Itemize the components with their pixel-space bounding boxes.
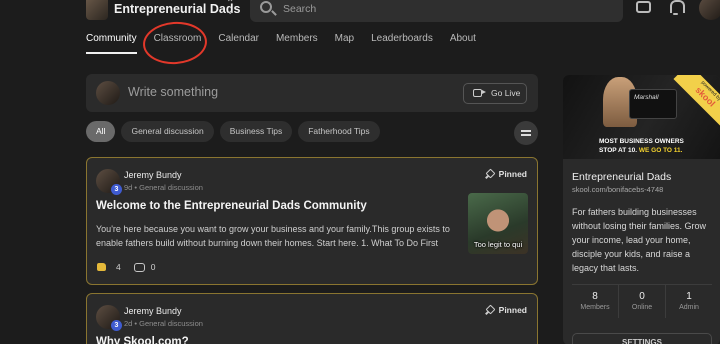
tab-about[interactable]: About (450, 33, 476, 55)
group-name[interactable]: Entrepreneurial Dads (114, 2, 240, 16)
filter-general-discussion[interactable]: General discussion (121, 121, 214, 142)
stat-online[interactable]: 0 Online (619, 285, 666, 318)
level-badge: 3 (111, 184, 122, 195)
tab-map[interactable]: Map (335, 33, 354, 55)
post-body: You're here because you want to grow you… (96, 224, 450, 248)
powered-by-ribbon[interactable]: powered by skool (673, 75, 720, 129)
amp-brand: Marshall (634, 94, 659, 101)
banner-amp-image: Marshall (629, 89, 677, 119)
group-banner: Marshall MOST BUSINESS OWNERS STOP AT 10… (563, 75, 720, 159)
post-title[interactable]: Welcome to the Entrepreneurial Dads Comm… (96, 200, 367, 212)
tab-leaderboards[interactable]: Leaderboards (371, 33, 433, 55)
avatar (96, 81, 120, 105)
thumbs-up-icon[interactable] (97, 263, 106, 271)
banner-subheadline: STOP AT 10. WE GO TO 11. (599, 147, 683, 154)
top-bar: Entrepreneurial Dads ⌃ ⌄ Search (0, 0, 720, 22)
stat-admin[interactable]: 1 Admin (666, 285, 712, 318)
composer-placeholder[interactable]: Write something (128, 85, 218, 99)
filter-business-tips[interactable]: Business Tips (219, 121, 293, 142)
post-card[interactable]: 3 Jeremy Bundy 9d • General discussion P… (86, 157, 538, 285)
stat-members[interactable]: 8 Members (572, 285, 619, 318)
group-info-card: Marshall MOST BUSINESS OWNERS STOP AT 10… (563, 75, 720, 344)
settings-button[interactable]: SETTINGS (572, 333, 712, 344)
comment-icon[interactable] (133, 262, 145, 272)
post-title[interactable]: Why Skool.com? (96, 336, 189, 344)
level-badge: 3 (111, 320, 122, 331)
post-meta: 9d • General discussion (124, 183, 203, 192)
chevron-up-down-icon[interactable]: ⌃ ⌄ (226, 0, 236, 17)
banner-headline: MOST BUSINESS OWNERS (599, 138, 684, 145)
pin-icon (485, 306, 493, 314)
thumbnail-caption: Too legit to qui (473, 240, 523, 249)
search-icon (260, 1, 272, 13)
like-count: 4 (116, 262, 121, 272)
card-title: Entrepreneurial Dads (572, 171, 672, 183)
category-filters: All General discussion Business Tips Fat… (86, 121, 386, 142)
post-meta: 2d • General discussion (124, 319, 203, 328)
post-author[interactable]: Jeremy Bundy (124, 170, 182, 180)
filter-fatherhood-tips[interactable]: Fatherhood Tips (298, 121, 380, 142)
group-stats: 8 Members 0 Online 1 Admin (572, 284, 712, 318)
tab-calendar[interactable]: Calendar (218, 33, 259, 55)
search-input[interactable]: Search (250, 0, 623, 22)
pin-icon (485, 170, 493, 178)
post-card[interactable]: 3 Jeremy Bundy 2d • General discussion P… (86, 293, 538, 344)
chat-icon[interactable] (636, 1, 651, 13)
bell-icon[interactable] (669, 0, 685, 15)
tab-members[interactable]: Members (276, 33, 318, 55)
filter-all[interactable]: All (86, 121, 116, 142)
comment-count: 0 (150, 262, 156, 272)
pinned-badge: Pinned (485, 305, 527, 315)
search-placeholder: Search (283, 3, 317, 15)
annotation-circle (141, 19, 209, 67)
video-camera-icon (473, 89, 486, 97)
go-live-button[interactable]: Go Live (463, 83, 527, 104)
group-url[interactable]: skool.com/bonifacebs-4748 (572, 185, 663, 194)
post-composer[interactable]: Write something Go Live (86, 74, 538, 112)
filter-settings-button[interactable] (514, 121, 538, 145)
post-author[interactable]: Jeremy Bundy (124, 306, 182, 316)
post-reactions: 4 0 (97, 262, 155, 272)
go-live-label: Go Live (491, 88, 521, 98)
post-thumbnail[interactable]: Too legit to qui (468, 193, 528, 254)
group-description: For fathers building businesses without … (572, 207, 707, 273)
sliders-icon (521, 130, 531, 132)
tab-community[interactable]: Community (86, 33, 137, 55)
pinned-badge: Pinned (485, 169, 527, 179)
user-avatar[interactable] (699, 0, 720, 20)
group-logo[interactable] (86, 0, 108, 20)
